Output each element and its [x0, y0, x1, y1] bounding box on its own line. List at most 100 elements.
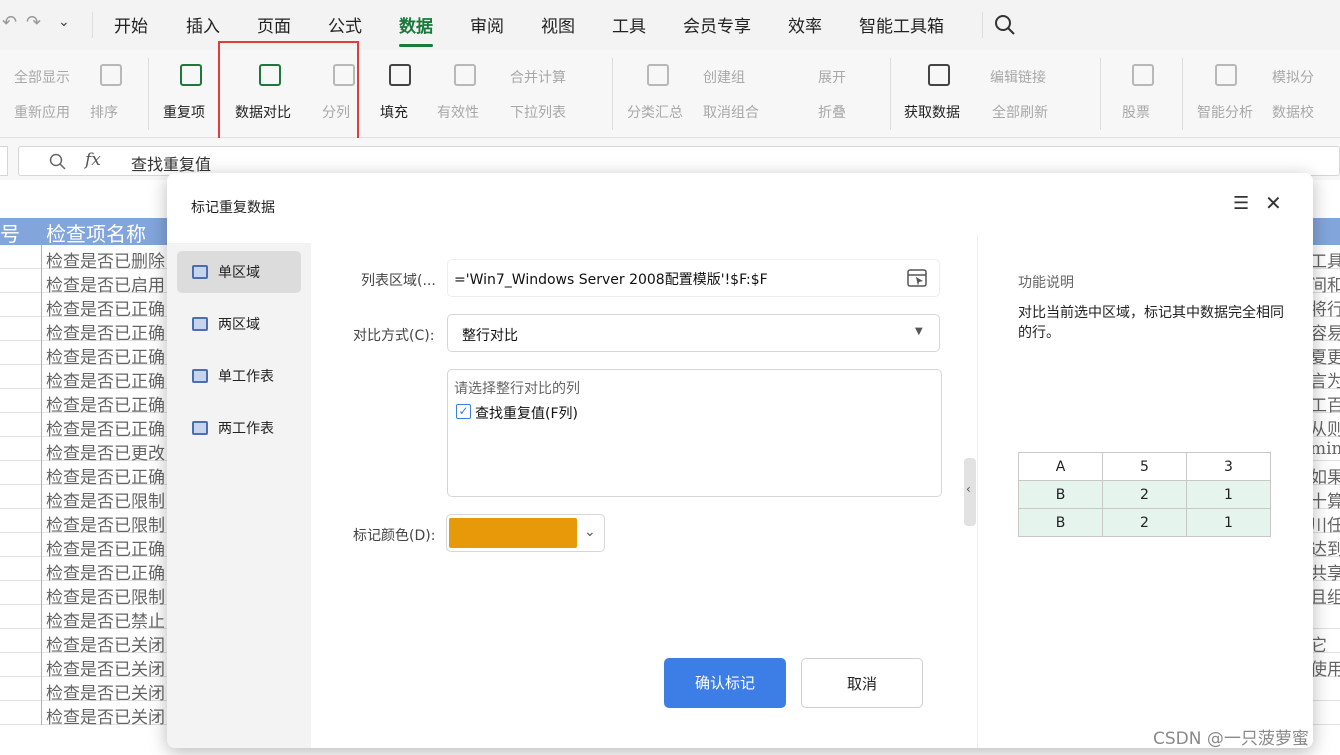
column-option-label: 查找重复值(F列)	[475, 406, 578, 422]
stocks-icon	[1132, 64, 1154, 86]
ribbon: 全部显示 重新应用 排序 重复项 数据对比 分列 填充 有效性 合并计算 下拉列…	[0, 50, 1340, 138]
compare-select[interactable]: 整行对比 ▼	[447, 314, 940, 352]
tab-formula[interactable]: 公式	[328, 12, 362, 37]
validity-icon	[454, 64, 476, 86]
data-check-button[interactable]: 数据校	[1272, 102, 1314, 122]
two-sheets-icon	[192, 421, 208, 435]
collapse-panel-handle[interactable]: ‹	[964, 458, 976, 526]
tab-insert[interactable]: 插入	[186, 12, 220, 37]
sort-icon	[100, 64, 122, 86]
help-title: 功能说明	[1018, 275, 1074, 291]
menu-divider	[92, 12, 93, 38]
tab-review[interactable]: 审阅	[470, 12, 504, 37]
range-value: ='Win7_Windows Server 2008配置模版'!$F:$F	[454, 272, 768, 288]
dropdown-list-button[interactable]: 下拉列表	[510, 102, 566, 122]
example-row: A 5 3	[1018, 452, 1271, 481]
smart-analysis-icon	[1215, 64, 1237, 86]
tab-smart-toolbox[interactable]: 智能工具箱	[859, 12, 944, 37]
merge-calc-button[interactable]: 合并计算	[510, 67, 566, 87]
undo-icon[interactable]: ↶	[2, 12, 17, 33]
range-input[interactable]: ='Win7_Windows Server 2008配置模版'!$F:$F	[447, 259, 940, 297]
example-cell: 2	[1102, 508, 1187, 537]
mark-duplicates-dialog: 标记重复数据 ☰ ✕ 单区域 两区域 单工作表 两工作表 列表区域(... ='…	[167, 173, 1313, 748]
get-data-button[interactable]: 获取数据	[904, 102, 960, 122]
tab-member[interactable]: 会员专享	[683, 12, 751, 37]
example-cell: 3	[1186, 452, 1271, 481]
cancel-button[interactable]: 取消	[801, 658, 923, 708]
sort-button[interactable]: 排序	[90, 102, 118, 122]
example-cell: 1	[1186, 480, 1271, 509]
tab-page[interactable]: 页面	[257, 12, 291, 37]
reapply-button[interactable]: 重新应用	[14, 102, 70, 122]
menu-bar: ↶ ↷ ⌄ 开始 插入 页面 公式 数据 审阅 视图 工具 会员专享 效率 智能…	[0, 0, 1340, 50]
formula-content: 查找重复值	[131, 155, 212, 174]
tab-tools[interactable]: 工具	[612, 12, 646, 37]
ungroup-button[interactable]: 取消组合	[703, 102, 759, 122]
column-list-hint: 请选择整行对比的列	[454, 381, 580, 397]
menu-icon[interactable]: ☰	[1233, 193, 1249, 214]
example-cell: 5	[1102, 452, 1187, 481]
expand-button[interactable]: 展开	[818, 67, 846, 87]
dialog-sidebar: 单区域 两区域 单工作表 两工作表	[167, 243, 311, 748]
column-checkbox[interactable]: ✓	[456, 404, 471, 419]
smart-analysis-button[interactable]: 智能分析	[1197, 102, 1253, 122]
validity-button[interactable]: 有效性	[437, 102, 479, 122]
search-icon[interactable]	[994, 14, 1016, 36]
dialog-title: 标记重复数据	[191, 200, 275, 216]
sidebar-item-single-sheet[interactable]: 单工作表	[177, 355, 301, 397]
compare-label: 对比方式(C):	[353, 328, 435, 344]
edit-links-button[interactable]: 编辑链接	[990, 67, 1046, 87]
example-cell: 1	[1186, 508, 1271, 537]
chevron-down-icon: ⌄	[584, 524, 596, 540]
fill-button[interactable]: 填充	[380, 102, 408, 122]
tab-view[interactable]: 视图	[541, 12, 575, 37]
select-range-icon[interactable]	[907, 269, 927, 287]
tab-home[interactable]: 开始	[114, 12, 148, 37]
zoom-icon[interactable]	[49, 153, 67, 171]
ribbon-separator	[890, 58, 891, 130]
sidebar-item-label: 两工作表	[218, 421, 274, 437]
color-label: 标记颜色(D):	[353, 528, 436, 544]
ribbon-separator	[612, 58, 613, 130]
sidebar-item-label: 单区域	[218, 265, 260, 281]
example-cell: A	[1018, 452, 1103, 481]
name-box[interactable]	[0, 146, 8, 176]
sidebar-item-two-sheets[interactable]: 两工作表	[177, 407, 301, 449]
formula-input[interactable]: fx 查找重复值	[18, 146, 1340, 176]
panel-divider	[977, 235, 978, 748]
dropdown-arrow-icon: ▼	[915, 326, 923, 337]
collapse-button[interactable]: 折叠	[818, 102, 846, 122]
fx-icon: fx	[85, 150, 101, 170]
duplicates-button[interactable]: 重复项	[163, 102, 205, 122]
sidebar-item-label: 单工作表	[218, 369, 274, 385]
color-swatch	[449, 518, 577, 548]
example-cell: B	[1018, 508, 1103, 537]
example-cell: B	[1018, 480, 1103, 509]
sidebar-item-single-range[interactable]: 单区域	[177, 251, 301, 293]
create-group-button[interactable]: 创建组	[703, 67, 745, 87]
tab-efficiency[interactable]: 效率	[788, 12, 822, 37]
refresh-all-button[interactable]: 全部刷新	[992, 102, 1048, 122]
simulate-button[interactable]: 模拟分	[1272, 67, 1314, 87]
tab-data[interactable]: 数据	[399, 12, 433, 47]
color-picker[interactable]: ⌄	[446, 514, 605, 552]
example-cell: 2	[1102, 480, 1187, 509]
compare-value: 整行对比	[462, 328, 518, 344]
stocks-button[interactable]: 股票	[1122, 102, 1150, 122]
help-text: 对比当前选中区域，标记其中数据完全相同的行。	[1018, 305, 1284, 341]
show-all-button[interactable]: 全部显示	[14, 67, 70, 87]
chevron-down-icon[interactable]: ⌄	[58, 14, 70, 30]
subtotal-icon	[647, 64, 669, 86]
sidebar-item-two-ranges[interactable]: 两区域	[177, 303, 301, 345]
fill-icon	[389, 64, 411, 86]
watermark: CSDN @一只菠萝蜜	[1153, 729, 1309, 749]
confirm-mark-button[interactable]: 确认标记	[664, 658, 786, 708]
redo-icon[interactable]: ↷	[26, 12, 41, 33]
range-label: 列表区域(...	[361, 273, 436, 289]
menu-divider	[982, 12, 983, 38]
single-range-icon	[192, 265, 208, 279]
duplicates-icon	[180, 64, 202, 86]
sidebar-item-label: 两区域	[218, 317, 260, 333]
close-icon[interactable]: ✕	[1265, 191, 1282, 215]
subtotal-button[interactable]: 分类汇总	[627, 102, 683, 122]
